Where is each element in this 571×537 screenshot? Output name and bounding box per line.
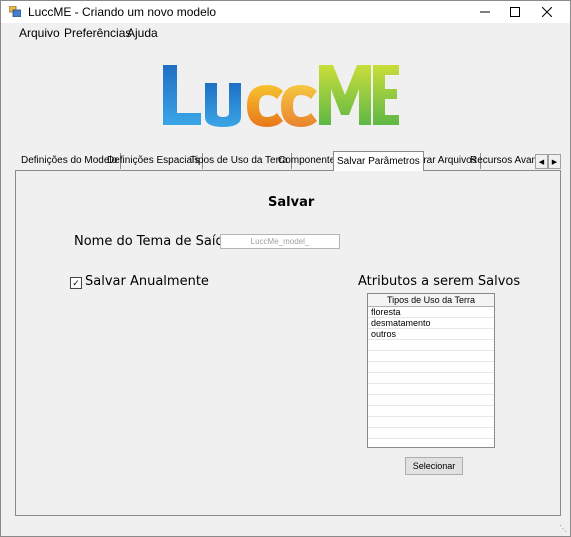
save-annually-checkbox[interactable]: ✓	[70, 277, 82, 289]
output-theme-label: Nome do Tema de Saída	[74, 234, 232, 249]
menu-preferencias[interactable]: Preferências	[64, 26, 131, 40]
minimize-icon[interactable]	[468, 1, 502, 23]
list-item[interactable]: floresta	[368, 307, 494, 318]
tab-scroll-right-icon[interactable]: ▶	[548, 154, 561, 169]
tab-strip: Definições do Modelo Definições Espaciai…	[15, 151, 561, 171]
list-empty-row	[368, 428, 494, 439]
list-empty-row	[368, 417, 494, 428]
tab-recursos-avancados[interactable]: Recursos Avança	[467, 153, 539, 169]
list-empty-row	[368, 395, 494, 406]
list-empty-row	[368, 406, 494, 417]
attributes-label: Atributos a serem Salvos	[358, 274, 521, 289]
list-empty-row	[368, 340, 494, 351]
tab-salvar-parametros[interactable]: Salvar Parâmetros	[333, 151, 424, 171]
select-button[interactable]: Selecionar	[405, 457, 463, 475]
list-empty-row	[368, 384, 494, 395]
list-item[interactable]: outros	[368, 329, 494, 340]
resize-grip-icon[interactable]: ⋱	[559, 524, 567, 533]
output-theme-input[interactable]: LuccMe_model_	[220, 234, 340, 249]
list-empty-row	[368, 439, 494, 447]
list-empty-row	[368, 373, 494, 384]
app-window: LuccME - Criando um novo modelo Arquivo …	[0, 0, 571, 537]
title-bar[interactable]: LuccME - Criando um novo modelo	[1, 1, 570, 23]
close-icon[interactable]	[530, 1, 564, 23]
section-heading: Salvar	[268, 195, 315, 210]
tab-scroll-left-icon[interactable]: ◀	[535, 154, 548, 169]
list-empty-row	[368, 362, 494, 373]
menu-ajuda[interactable]: Ajuda	[127, 26, 158, 40]
menu-bar: Arquivo Preferências Ajuda	[1, 23, 570, 43]
land-use-list[interactable]: Tipos de Uso da Terra floresta desmatame…	[367, 293, 495, 448]
menu-arquivo[interactable]: Arquivo	[19, 26, 60, 40]
window-title: LuccME - Criando um novo modelo	[28, 5, 217, 19]
maximize-icon[interactable]	[498, 1, 532, 23]
list-item[interactable]: desmatamento	[368, 318, 494, 329]
salvar-parametros-panel: Salvar Nome do Tema de Saída LuccMe_mode…	[15, 170, 561, 516]
app-icon	[9, 6, 21, 17]
list-empty-row	[368, 351, 494, 362]
luccme-logo	[163, 65, 399, 127]
list-header[interactable]: Tipos de Uso da Terra	[368, 294, 494, 307]
save-annually-label: Salvar Anualmente	[85, 274, 209, 289]
